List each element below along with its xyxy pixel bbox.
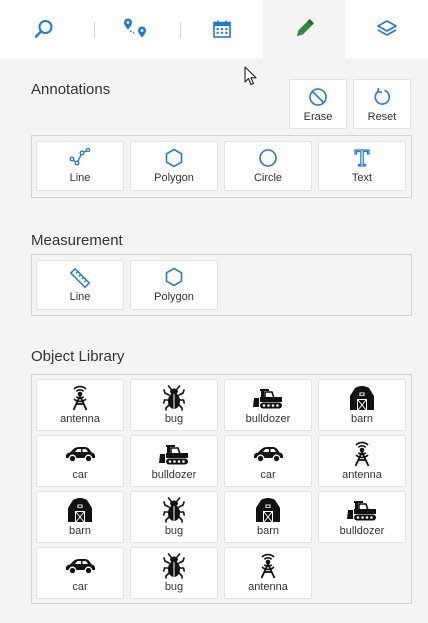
circle-icon — [259, 149, 277, 167]
bulldozer-icon — [225, 384, 311, 412]
object-library-item-antenna[interactable]: antenna — [36, 379, 124, 431]
bug-icon — [131, 384, 217, 412]
object-library-item-bug[interactable]: bug — [130, 491, 218, 543]
erase-button[interactable]: Erase — [289, 79, 347, 129]
calendar-icon — [213, 20, 231, 38]
object-library-item-barn[interactable]: barn — [36, 491, 124, 543]
bug-icon — [131, 496, 217, 524]
object-library-item-label: car — [72, 581, 88, 593]
object-library-item-label: antenna — [342, 469, 382, 481]
annotation-polygon-tool[interactable]: Polygon — [130, 141, 218, 191]
car-icon — [37, 552, 123, 580]
ruler-icon — [69, 267, 91, 289]
erase-label: Erase — [303, 111, 333, 123]
antenna-icon — [225, 552, 311, 580]
annotation-line-label: Line — [69, 172, 91, 184]
hexagon-icon — [165, 148, 183, 168]
tab-layers[interactable] — [346, 0, 428, 58]
car-icon — [225, 440, 311, 468]
object-library-item-bug[interactable]: bug — [130, 547, 218, 599]
measurement-tools-group: Line Polygon — [31, 254, 412, 316]
antenna-icon — [37, 384, 123, 412]
route-icon — [124, 18, 146, 38]
object-library-item-label: bulldozer — [339, 525, 385, 537]
bulldozer-icon — [131, 440, 217, 468]
reset-label: Reset — [367, 111, 397, 123]
tab-draw[interactable] — [262, 0, 346, 58]
mouse-pointer-icon — [244, 66, 257, 86]
object-library-item-bulldozer[interactable]: bulldozer — [318, 491, 406, 543]
object-library-item-label: antenna — [60, 413, 100, 425]
measurement-line-label: Line — [69, 291, 91, 303]
annotation-tools-group: Line Polygon Circle Text — [31, 135, 412, 198]
barn-icon — [37, 496, 123, 524]
draw-panel: Annotations Erase Reset Line Polygon Cir… — [0, 58, 428, 623]
object-library-item-label: bug — [164, 581, 184, 593]
object-library-item-car[interactable]: car — [36, 435, 124, 487]
erase-icon — [309, 88, 327, 106]
object-library-item-barn[interactable]: barn — [318, 379, 406, 431]
object-library-item-barn[interactable]: barn — [224, 491, 312, 543]
object-library-item-label: bug — [164, 413, 184, 425]
object-library-item-label: antenna — [248, 581, 288, 593]
annotations-title: Annotations — [31, 81, 111, 98]
pencil-icon — [296, 19, 314, 37]
annotation-circle-tool[interactable]: Circle — [224, 141, 312, 191]
reset-button[interactable]: Reset — [353, 79, 411, 129]
object-library-group: antenna bug bulldozer barn car bulldozer car an… — [31, 374, 412, 604]
annotation-polygon-label: Polygon — [154, 172, 194, 184]
layers-icon — [377, 20, 397, 36]
measurement-line-tool[interactable]: Line — [36, 260, 124, 310]
object-library-item-label: barn — [68, 525, 92, 537]
object-library-item-bulldozer[interactable]: bulldozer — [130, 435, 218, 487]
car-icon — [37, 440, 123, 468]
object-library-item-label: bulldozer — [151, 469, 197, 481]
tab-search[interactable] — [0, 0, 88, 58]
antenna-icon — [319, 440, 405, 468]
reset-icon — [374, 87, 391, 105]
barn-icon — [319, 384, 405, 412]
annotation-text-label: Text — [351, 172, 373, 184]
object-library-item-label: barn — [350, 413, 374, 425]
tab-separator — [180, 22, 181, 38]
measurement-polygon-tool[interactable]: Polygon — [130, 260, 218, 310]
object-library-item-label: bulldozer — [245, 413, 291, 425]
object-library-title: Object Library — [31, 348, 125, 365]
search-icon — [34, 20, 53, 38]
measurement-polygon-label: Polygon — [154, 291, 194, 303]
bulldozer-icon — [319, 496, 405, 524]
barn-icon — [225, 496, 311, 524]
object-library-item-car[interactable]: car — [224, 435, 312, 487]
tab-calendar[interactable] — [182, 0, 262, 58]
measurement-title: Measurement — [31, 232, 123, 249]
object-library-item-label: barn — [256, 525, 280, 537]
tab-route[interactable] — [96, 0, 176, 58]
text-icon — [354, 149, 370, 167]
bug-icon — [131, 552, 217, 580]
object-library-item-label: car — [260, 469, 276, 481]
annotation-circle-label: Circle — [253, 172, 283, 184]
object-library-item-label: car — [72, 469, 88, 481]
object-library-item-antenna[interactable]: antenna — [224, 547, 312, 599]
object-library-item-bug[interactable]: bug — [130, 379, 218, 431]
tab-separator — [94, 22, 95, 38]
tab-bar — [0, 0, 428, 58]
polyline-icon — [69, 148, 91, 166]
object-library-item-antenna[interactable]: antenna — [318, 435, 406, 487]
object-library-item-label: bug — [164, 525, 184, 537]
annotation-line-tool[interactable]: Line — [36, 141, 124, 191]
annotation-text-tool[interactable]: Text — [318, 141, 406, 191]
hexagon-icon — [165, 267, 183, 287]
object-library-item-bulldozer[interactable]: bulldozer — [224, 379, 312, 431]
object-library-item-car[interactable]: car — [36, 547, 124, 599]
